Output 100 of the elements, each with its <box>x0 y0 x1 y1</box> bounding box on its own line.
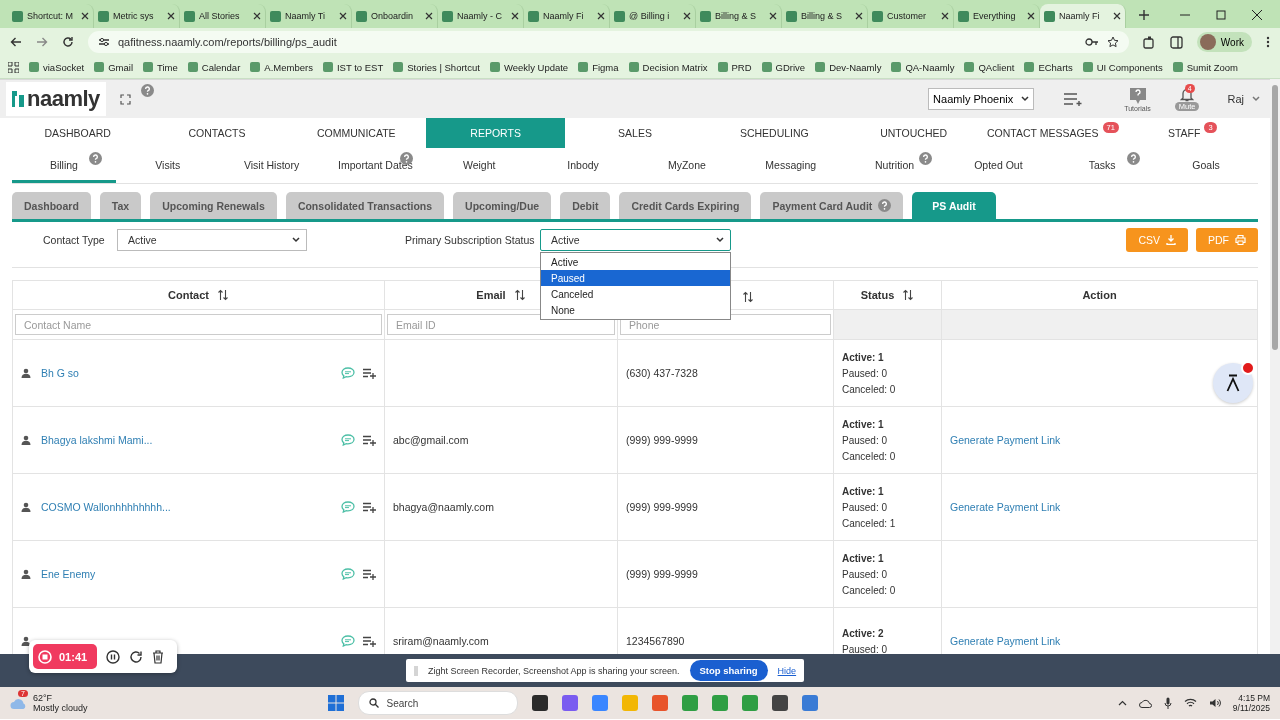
help-icon[interactable] <box>88 152 102 165</box>
close-icon[interactable] <box>1027 12 1035 20</box>
close-icon[interactable] <box>769 12 777 20</box>
close-icon[interactable] <box>253 12 261 20</box>
drag-handle-icon[interactable] <box>413 665 418 676</box>
back-icon[interactable] <box>10 36 22 48</box>
report-tab[interactable]: Payment Card Audit <box>760 192 904 219</box>
cloud-icon[interactable] <box>1138 698 1152 708</box>
add-to-list-icon[interactable] <box>363 434 376 446</box>
restore-icon[interactable] <box>1216 10 1226 20</box>
help-icon[interactable] <box>140 84 154 97</box>
chevron-up-icon[interactable] <box>1117 700 1127 706</box>
report-tab[interactable]: Credit Cards Expiring <box>619 192 752 219</box>
report-tab[interactable]: Upcoming Renewals <box>150 192 277 219</box>
bookmark[interactable]: Decision Matrix <box>628 61 708 73</box>
report-category-tab[interactable]: MyZone <box>634 149 739 183</box>
floating-action-button[interactable] <box>1213 363 1253 403</box>
close-icon[interactable] <box>683 12 691 20</box>
payment-link[interactable]: Generate Payment Link <box>950 501 1061 513</box>
profile-button[interactable]: Work <box>1196 32 1252 52</box>
stop-recording-button[interactable]: 01:41 <box>33 644 98 669</box>
hide-link[interactable]: Hide <box>777 665 797 676</box>
bookmark[interactable]: Gmail <box>94 61 133 73</box>
address-bar[interactable]: qafitness.naamly.com/reports/billing/ps_audit <box>88 31 1129 53</box>
bookmark[interactable]: UI Components <box>1082 61 1163 73</box>
scrollbar-thumb[interactable] <box>1272 85 1278 350</box>
sort-icon[interactable] <box>216 289 229 301</box>
bookmark[interactable]: Figma <box>578 61 619 73</box>
taskbar-app-icon[interactable] <box>771 695 788 711</box>
nav-tab[interactable]: COMMUNICATE <box>286 118 426 148</box>
dropdown-option[interactable]: Canceled <box>541 286 730 302</box>
restart-icon[interactable] <box>129 649 144 664</box>
report-tab[interactable]: Consolidated Transactions <box>285 192 445 219</box>
dropdown-option[interactable]: Active <box>541 254 730 270</box>
extension-icon[interactable] <box>1142 35 1156 49</box>
help-icon[interactable] <box>878 199 892 212</box>
key-icon[interactable] <box>1084 37 1099 47</box>
nav-tab[interactable]: SALES <box>565 118 705 148</box>
taskbar-clock[interactable]: 4:15 PM 9/11/2025 <box>1232 693 1270 713</box>
close-icon[interactable] <box>425 12 433 20</box>
report-category-tab[interactable]: Inbody <box>531 149 635 183</box>
report-category-tab[interactable]: Messaging <box>738 149 843 183</box>
pause-icon[interactable] <box>106 649 121 664</box>
reload-icon[interactable] <box>62 36 74 48</box>
sort-icon[interactable] <box>513 289 526 301</box>
report-category-tab[interactable]: Nutrition <box>842 149 947 183</box>
bookmark[interactable]: A.Members <box>250 61 313 73</box>
bookmark[interactable]: QAclient <box>964 61 1015 73</box>
wifi-icon[interactable] <box>1183 698 1197 708</box>
report-tab[interactable]: PS Audit <box>912 192 996 219</box>
nav-tab[interactable]: DASHBOARD <box>8 118 148 148</box>
weather-cloud-icon[interactable] <box>10 696 28 710</box>
add-to-list-icon[interactable] <box>363 367 376 379</box>
report-category-tab[interactable]: Visits <box>115 149 220 183</box>
report-tab[interactable]: Upcoming/Due <box>453 192 552 219</box>
bookmark[interactable]: IST to EST <box>322 61 384 73</box>
bookmark[interactable]: ECharts <box>1024 61 1073 73</box>
close-icon[interactable] <box>339 12 347 20</box>
close-icon[interactable] <box>1252 10 1262 20</box>
bookmark[interactable]: Time <box>143 61 178 73</box>
report-category-tab[interactable]: Weight <box>427 149 532 183</box>
help-icon[interactable] <box>919 152 933 165</box>
payment-link[interactable]: Generate Payment Link <box>950 434 1061 446</box>
bookmark[interactable]: QA-Naamly <box>891 61 955 73</box>
user-menu[interactable]: Raj <box>1227 93 1260 105</box>
subscription-status-select[interactable]: Active <box>540 229 731 251</box>
close-icon[interactable] <box>1113 12 1121 20</box>
report-category-tab[interactable]: Important Dates <box>323 149 428 183</box>
apps-grid-icon[interactable] <box>8 61 19 73</box>
report-category-tab[interactable]: Visit History <box>219 149 324 183</box>
payment-link[interactable]: Generate Payment Link <box>950 635 1061 647</box>
stop-sharing-button[interactable]: Stop sharing <box>689 660 768 681</box>
bookmark[interactable]: Calendar <box>187 61 241 73</box>
help-bubble-icon[interactable] <box>1127 86 1148 105</box>
help-icon[interactable] <box>1127 152 1141 165</box>
site-info-icon[interactable] <box>98 36 110 48</box>
bookmark[interactable]: PRD <box>717 61 752 73</box>
side-panel-icon[interactable] <box>1169 35 1183 49</box>
nav-tab[interactable]: UNTOUCHED <box>843 118 984 148</box>
bookmark[interactable]: Stories | Shortcut <box>393 61 480 73</box>
sort-icon[interactable] <box>902 289 915 301</box>
bookmark[interactable]: Sumit Zoom <box>1172 61 1238 73</box>
contact-link[interactable]: Bhagya lakshmi Mami... <box>41 434 153 446</box>
location-select[interactable]: Naamly Phoenix <box>928 88 1035 110</box>
close-icon[interactable] <box>941 12 949 20</box>
contact-link[interactable]: Bh G so <box>41 367 79 379</box>
sort-icon[interactable] <box>741 291 754 303</box>
bookmark[interactable]: Weekly Update <box>489 61 569 73</box>
bookmark[interactable]: viaSocket <box>29 61 85 73</box>
close-icon[interactable] <box>855 12 863 20</box>
close-icon[interactable] <box>597 12 605 20</box>
taskbar-app-icon[interactable] <box>531 695 548 711</box>
more-icon[interactable] <box>1266 36 1270 48</box>
close-icon[interactable] <box>81 12 89 20</box>
report-tab[interactable]: Debit <box>560 192 611 219</box>
add-to-list-icon[interactable] <box>363 568 376 580</box>
star-icon[interactable] <box>1106 36 1119 48</box>
trash-icon[interactable] <box>152 649 165 664</box>
nav-tab[interactable]: SCHEDULING <box>704 118 844 148</box>
report-category-tab[interactable]: Tasks <box>1050 149 1155 183</box>
